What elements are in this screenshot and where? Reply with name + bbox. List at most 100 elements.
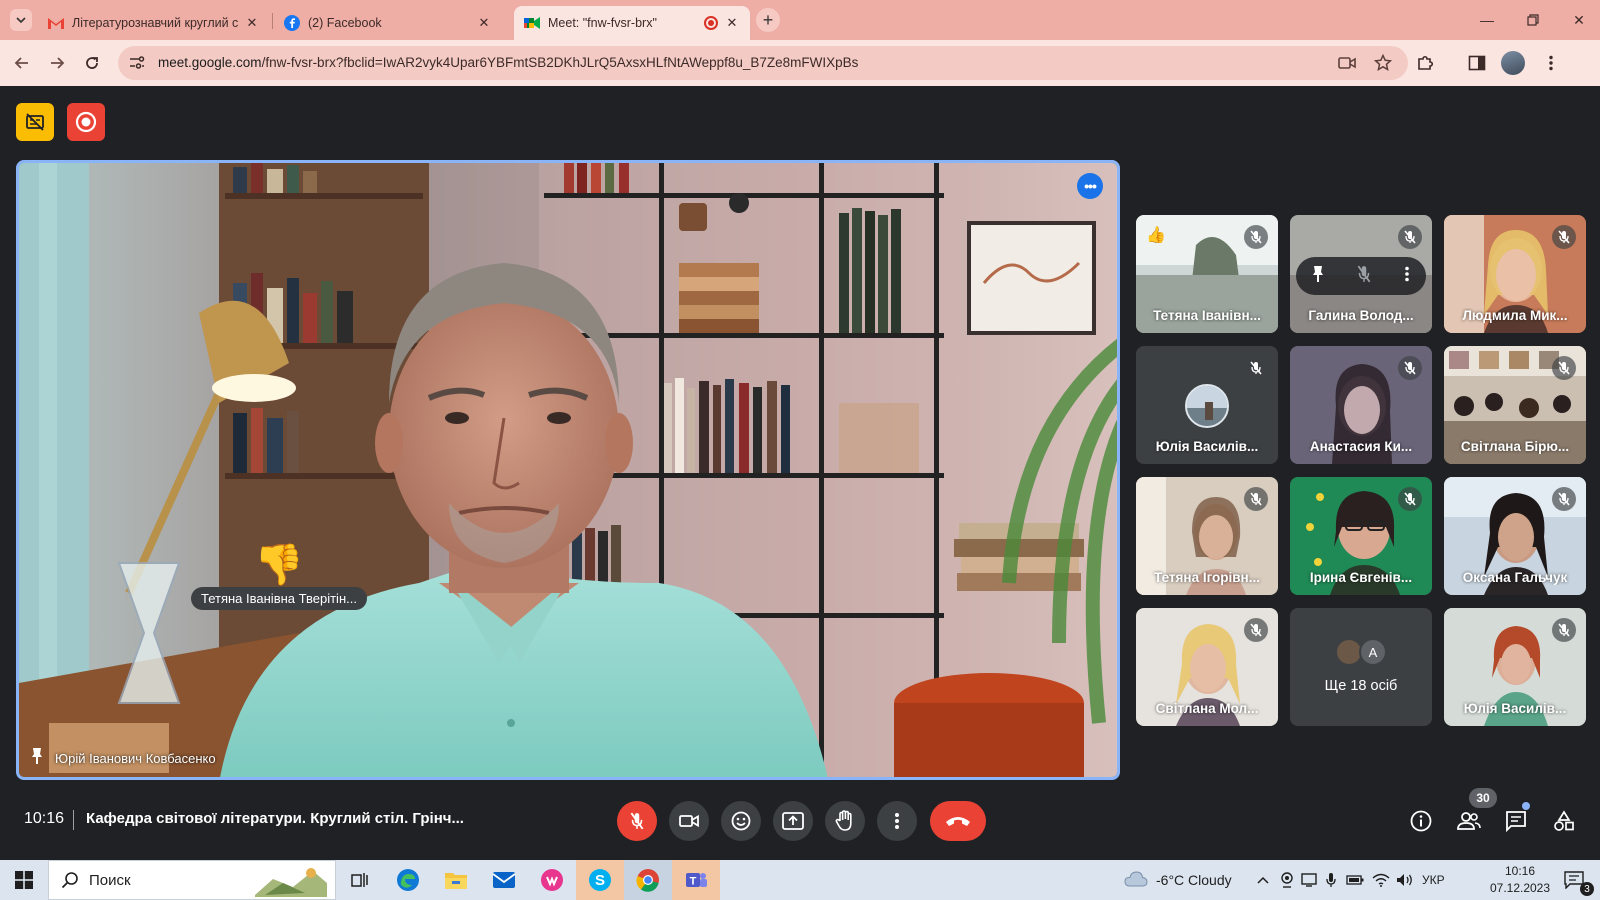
- bookmark-star-icon[interactable]: [1373, 53, 1393, 77]
- taskbar-date: 07.12.2023: [1489, 881, 1551, 895]
- minimize-icon: —: [1480, 12, 1494, 28]
- raise-hand-button[interactable]: [825, 801, 865, 841]
- taskbar-skype[interactable]: S: [576, 860, 624, 900]
- skype-icon: S: [589, 869, 611, 891]
- recording-button[interactable]: [67, 103, 105, 141]
- start-button[interactable]: [0, 860, 48, 900]
- taskbar-chrome[interactable]: [624, 860, 672, 900]
- task-view-button[interactable]: [336, 860, 384, 900]
- hang-up-icon: [946, 817, 970, 826]
- participant-tile[interactable]: Оксана Гальчук: [1444, 477, 1586, 595]
- webcam-tray-icon[interactable]: [1278, 871, 1296, 889]
- profile-button[interactable]: [1498, 50, 1528, 76]
- record-icon: [75, 111, 97, 133]
- close-tab-icon[interactable]: ✕: [244, 15, 260, 31]
- restore-icon: [1527, 14, 1539, 26]
- participant-tile[interactable]: Людмила Мик...: [1444, 215, 1586, 333]
- taskbar-clock[interactable]: 10:16 07.12.2023: [1484, 863, 1556, 897]
- activities-button[interactable]: [1551, 808, 1577, 834]
- reaction-bubble: 👎 Тетяна Іванівна Тверітін...: [191, 543, 367, 610]
- speaker-video: [19, 163, 1117, 777]
- chat-button[interactable]: [1503, 808, 1529, 834]
- microphone-button[interactable]: [617, 801, 657, 841]
- tab-meet[interactable]: Meet: "fnw-fvsr-brx" ✕: [514, 6, 750, 40]
- display-tray-icon[interactable]: [1300, 871, 1318, 889]
- reactions-button[interactable]: [721, 801, 761, 841]
- main-speaker-tile[interactable]: ••• 👎 Тетяна Іванівна Тверітін... Юрій І…: [16, 160, 1120, 780]
- reaction-sender: Тетяна Іванівна Тверітін...: [191, 587, 367, 610]
- captions-off-icon: [26, 113, 44, 131]
- site-settings-icon[interactable]: [128, 54, 146, 72]
- participant-tile[interactable]: Юлія Василів...: [1444, 608, 1586, 726]
- mic-off-icon: [1552, 618, 1576, 642]
- mic-off-icon: [1244, 618, 1268, 642]
- volume-icon[interactable]: [1396, 871, 1414, 889]
- participant-tile[interactable]: 👍 Тетяна Іванівн...: [1136, 215, 1278, 333]
- input-language[interactable]: УКР: [1422, 873, 1445, 887]
- address-bar[interactable]: meet.google.com/fnw-fvsr-brx?fbclid=IwAR…: [118, 46, 1408, 80]
- minimize-button[interactable]: —: [1464, 0, 1510, 40]
- host-controls-button[interactable]: [16, 103, 54, 141]
- camera-permission-icon[interactable]: [1338, 55, 1356, 76]
- meeting-title: Кафедра світової літератури. Круглий сті…: [86, 810, 464, 827]
- microphone-tray-icon[interactable]: [1322, 871, 1340, 889]
- leave-call-button[interactable]: [930, 801, 986, 841]
- browser-menu-button[interactable]: [1538, 50, 1564, 76]
- cloud-weather-icon: [1124, 871, 1148, 887]
- extensions-button[interactable]: [1412, 50, 1438, 76]
- thumbs-up-reaction: 👍: [1146, 227, 1166, 244]
- emoji-icon: [731, 811, 751, 831]
- reload-button[interactable]: [79, 50, 105, 76]
- chevron-up-icon[interactable]: [1254, 871, 1272, 889]
- battery-icon[interactable]: [1346, 871, 1364, 889]
- more-horizontal-icon: •••: [1084, 178, 1097, 194]
- reload-icon: [86, 57, 98, 69]
- more-participants-tile[interactable]: A Ще 18 осіб: [1290, 608, 1432, 726]
- meeting-details-button[interactable]: [1408, 808, 1434, 834]
- participant-tile[interactable]: Юлія Василів...: [1136, 346, 1278, 464]
- close-window-button[interactable]: ✕: [1556, 0, 1600, 40]
- more-vertical-icon[interactable]: [1404, 266, 1410, 287]
- participant-name: Тетяна Іванівн...: [1153, 308, 1261, 323]
- participant-tile[interactable]: Тетяна Ігорівн...: [1136, 477, 1278, 595]
- present-icon: [782, 812, 804, 830]
- new-tab-button[interactable]: +: [756, 8, 780, 32]
- info-icon: [1410, 810, 1432, 832]
- taskbar-search[interactable]: Поиск: [48, 860, 336, 900]
- participant-tile[interactable]: Галина Волод...: [1290, 215, 1432, 333]
- participant-tile[interactable]: Ірина Євгенів...: [1290, 477, 1432, 595]
- taskbar-edge[interactable]: [384, 860, 432, 900]
- participant-tile[interactable]: Світлана Бірю...: [1444, 346, 1586, 464]
- taskbar-file-explorer[interactable]: [432, 860, 480, 900]
- mute-participant-icon[interactable]: [1356, 265, 1372, 288]
- back-button[interactable]: [9, 50, 35, 76]
- tab-facebook[interactable]: (2) Facebook ✕: [274, 6, 502, 40]
- present-screen-button[interactable]: [773, 801, 813, 841]
- tab-gmail[interactable]: Літературознавчий круглий ст ✕: [38, 6, 270, 40]
- people-button[interactable]: [1456, 808, 1482, 834]
- close-tab-icon[interactable]: ✕: [724, 15, 740, 31]
- taskbar-app-pink[interactable]: [528, 860, 576, 900]
- hand-icon: [835, 810, 852, 831]
- participant-tile[interactable]: Світлана Мол...: [1136, 608, 1278, 726]
- more-options-button[interactable]: [877, 801, 917, 841]
- close-tab-icon[interactable]: ✕: [476, 15, 492, 31]
- weather-text[interactable]: -6°C Cloudy: [1156, 872, 1232, 888]
- pin-icon[interactable]: [1312, 265, 1324, 288]
- wifi-icon[interactable]: [1372, 871, 1390, 889]
- facebook-icon: [284, 15, 300, 31]
- arrow-left-icon: [14, 57, 28, 69]
- forward-button[interactable]: [44, 50, 70, 76]
- tile-options-button[interactable]: •••: [1077, 173, 1103, 199]
- camera-button[interactable]: [669, 801, 709, 841]
- recording-indicator-icon: [704, 16, 718, 30]
- svg-text:S: S: [595, 872, 605, 889]
- taskbar-mail[interactable]: [480, 860, 528, 900]
- url-text: meet.google.com/fnw-fvsr-brx?fbclid=IwAR…: [158, 55, 858, 70]
- participant-name: Людмила Мик...: [1462, 308, 1568, 323]
- participant-tile[interactable]: Анастасия Ки...: [1290, 346, 1432, 464]
- side-panel-button[interactable]: [1464, 50, 1490, 76]
- tab-search-button[interactable]: [10, 9, 32, 31]
- taskbar-teams[interactable]: T: [672, 860, 720, 900]
- restore-button[interactable]: [1510, 0, 1556, 40]
